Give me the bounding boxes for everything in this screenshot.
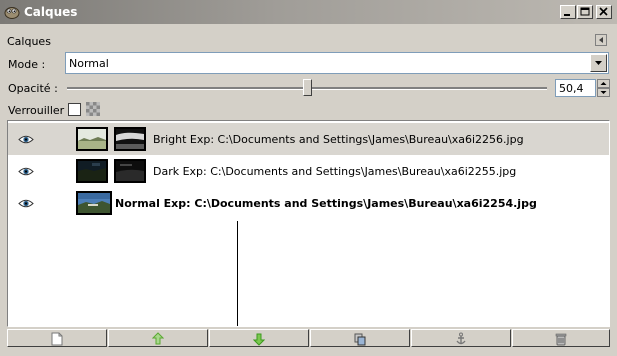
minimize-icon bbox=[564, 14, 570, 16]
layer-mask-thumbnail bbox=[114, 159, 146, 183]
panel-title: Calques bbox=[7, 35, 51, 48]
eye-icon[interactable] bbox=[18, 198, 34, 209]
layer-row[interactable]: Normal Exp: C:\Documents and Settings\Ja… bbox=[8, 187, 609, 219]
minimize-button[interactable] bbox=[560, 5, 576, 19]
duplicate-layer-icon bbox=[354, 333, 366, 346]
raise-layer-button[interactable] bbox=[108, 329, 208, 347]
opacity-slider-handle[interactable] bbox=[303, 79, 312, 96]
new-layer-button[interactable] bbox=[7, 329, 107, 347]
mode-dropdown-button[interactable] bbox=[590, 54, 607, 72]
mode-value: Normal bbox=[69, 57, 109, 70]
title-bar[interactable]: Calques bbox=[0, 0, 617, 24]
opacity-value: 50,4 bbox=[559, 82, 584, 95]
layer-mask-thumbnail bbox=[114, 127, 146, 151]
layer-name: Bright Exp: C:\Documents and Settings\Ja… bbox=[153, 133, 524, 146]
layer-name: Dark Exp: C:\Documents and Settings\Jame… bbox=[153, 165, 517, 178]
layers-window: Calques Calques Mode : Normal Opacité : … bbox=[0, 0, 617, 356]
mode-select[interactable]: Normal bbox=[65, 52, 609, 74]
divider bbox=[237, 221, 238, 326]
window-title: Calques bbox=[24, 5, 78, 19]
new-layer-icon bbox=[51, 332, 63, 346]
chevron-down-icon bbox=[595, 61, 602, 65]
opacity-stepper[interactable] bbox=[597, 79, 610, 97]
layer-thumbnail bbox=[76, 191, 112, 215]
close-icon bbox=[599, 7, 608, 16]
delete-layer-button[interactable] bbox=[512, 329, 610, 347]
trash-icon bbox=[555, 333, 567, 346]
eye-icon[interactable] bbox=[18, 166, 34, 177]
anchor-layer-button[interactable] bbox=[411, 329, 511, 347]
duplicate-layer-button[interactable] bbox=[310, 329, 410, 347]
layer-thumbnail bbox=[76, 159, 108, 183]
layer-row[interactable]: Bright Exp: C:\Documents and Settings\Ja… bbox=[8, 123, 609, 155]
layer-list[interactable]: Bright Exp: C:\Documents and Settings\Ja… bbox=[7, 120, 610, 327]
lock-label: Verrouiller : bbox=[8, 104, 72, 117]
opacity-input[interactable]: 50,4 bbox=[555, 79, 596, 97]
raise-layer-icon bbox=[152, 332, 164, 345]
lower-layer-button[interactable] bbox=[209, 329, 309, 347]
maximize-button[interactable] bbox=[577, 5, 593, 19]
gimp-icon bbox=[4, 7, 20, 19]
panel-menu-arrow-icon[interactable] bbox=[595, 34, 607, 46]
lock-alpha-checkbox[interactable] bbox=[68, 103, 81, 116]
layer-thumbnail bbox=[76, 127, 108, 151]
close-button[interactable] bbox=[596, 5, 612, 19]
layer-name: Normal Exp: C:\Documents and Settings\Ja… bbox=[115, 197, 537, 210]
anchor-icon bbox=[456, 332, 466, 345]
eye-icon[interactable] bbox=[18, 134, 34, 145]
layer-row[interactable]: Dark Exp: C:\Documents and Settings\Jame… bbox=[8, 155, 609, 187]
maximize-icon bbox=[580, 7, 590, 16]
mode-label: Mode : bbox=[8, 58, 46, 71]
opacity-label: Opacité : bbox=[8, 82, 58, 95]
checker-icon bbox=[86, 102, 100, 116]
lower-layer-icon bbox=[253, 333, 265, 346]
